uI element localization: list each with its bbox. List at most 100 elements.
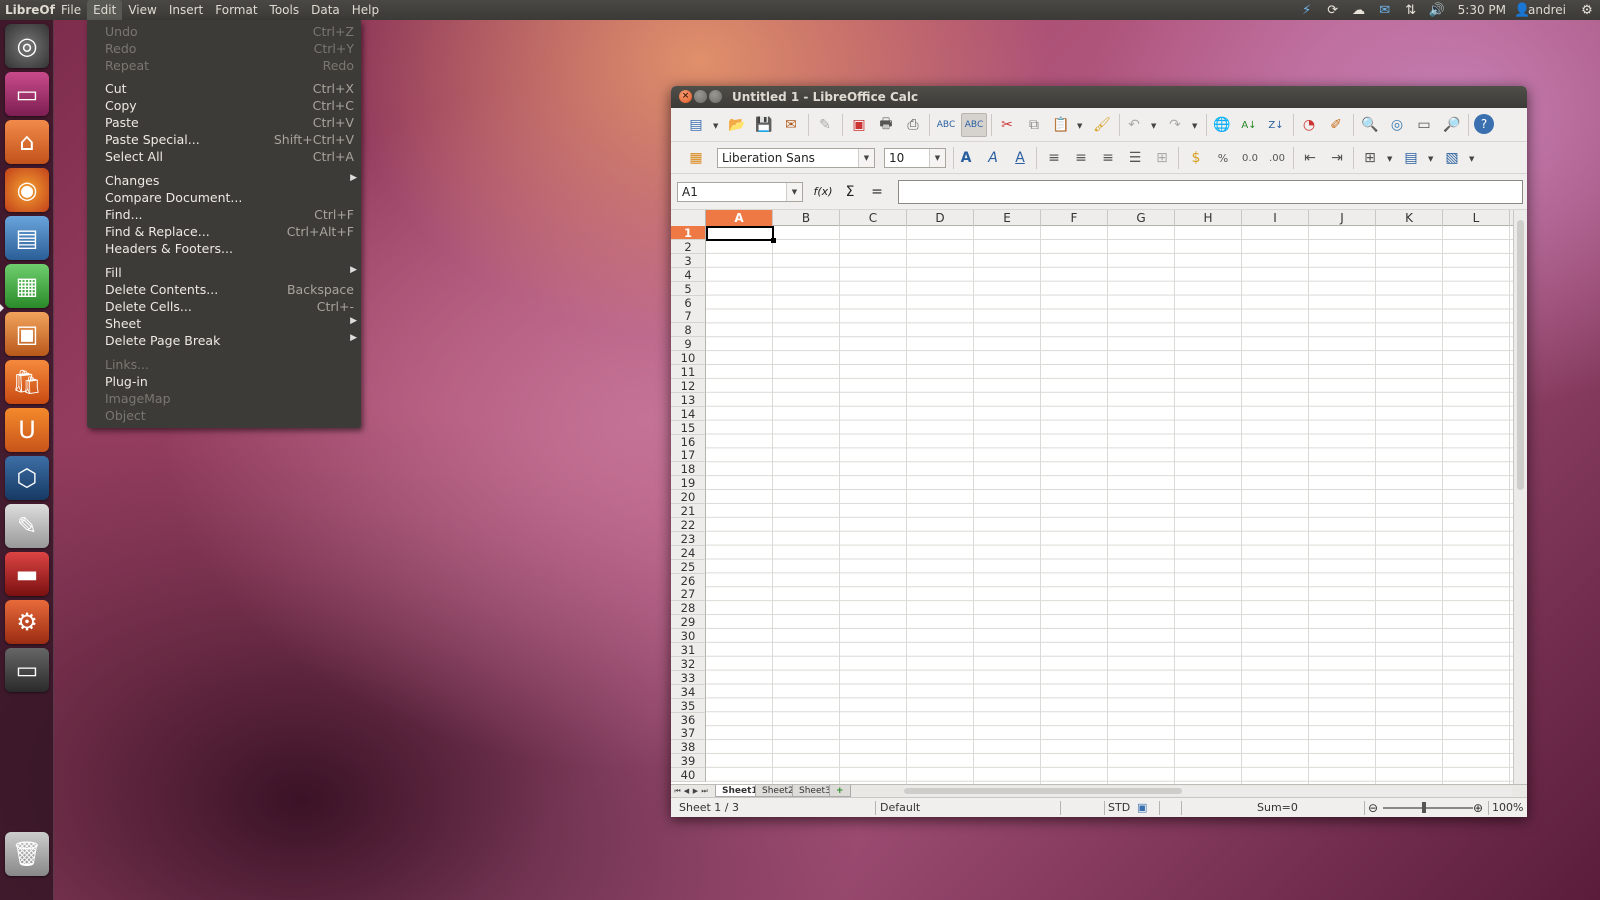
text-editor-icon[interactable]: ✎ [5, 504, 49, 548]
vertical-scroll-thumb[interactable] [1517, 220, 1524, 490]
name-box[interactable]: A1 ▼ [677, 182, 803, 202]
chevron-down-icon[interactable]: ▼ [713, 122, 718, 130]
column-header[interactable]: L [1443, 210, 1510, 226]
active-cell-cursor[interactable] [706, 226, 774, 241]
sum-indicator[interactable]: Sum=0 [1257, 798, 1298, 817]
row-header[interactable]: 11 [671, 365, 706, 379]
row-header[interactable]: 21 [671, 504, 706, 518]
align-center-icon[interactable]: ≡ [1070, 147, 1092, 169]
menu-item-delete-page-break[interactable]: Delete Page Break ▶ [87, 332, 361, 349]
row-header[interactable]: 16 [671, 434, 706, 449]
formula-input[interactable] [898, 180, 1523, 204]
menu-item-delete-contents[interactable]: Delete Contents... Backspace [87, 281, 361, 298]
software-center-icon[interactable]: 🛍 [5, 360, 49, 404]
row-header[interactable]: 28 [671, 601, 706, 616]
horizontal-scrollbar[interactable] [904, 786, 1512, 796]
column-header[interactable]: B [773, 210, 840, 226]
power-icon[interactable]: ⚡ [1294, 3, 1320, 18]
menu-format[interactable]: Format [209, 0, 263, 20]
row-header[interactable]: 20 [671, 490, 706, 505]
percent-format-icon[interactable]: % [1212, 147, 1234, 169]
new-document-icon[interactable]: ▤ [685, 114, 707, 136]
row-header[interactable]: 13 [671, 392, 706, 407]
row-header[interactable]: 37 [671, 726, 706, 741]
zoom-slider[interactable] [1383, 807, 1473, 809]
title-bar[interactable]: × Untitled 1 - LibreOffice Calc [671, 86, 1527, 108]
row-header[interactable]: 8 [671, 323, 706, 338]
firefox-icon[interactable]: ◉ [5, 168, 49, 212]
column-header[interactable]: F [1041, 210, 1108, 226]
menu-item-fill[interactable]: Fill ▶ [87, 264, 361, 281]
menu-tools[interactable]: Tools [264, 0, 306, 20]
select-all-corner[interactable] [671, 210, 706, 226]
row-header[interactable]: 22 [671, 517, 706, 532]
sum-button[interactable]: Σ [839, 182, 861, 202]
row-header[interactable]: 40 [671, 768, 706, 783]
last-sheet-icon[interactable]: ⏭ [700, 785, 709, 797]
row-header[interactable]: 2 [671, 239, 706, 254]
minimize-icon[interactable] [694, 90, 707, 103]
row-header[interactable]: 35 [671, 698, 706, 713]
menu-edit[interactable]: Edit [87, 0, 123, 20]
function-wizard-button[interactable]: f(x) [812, 182, 834, 202]
zoom-in-icon[interactable]: ⊕ [1473, 798, 1483, 817]
row-header[interactable]: 36 [671, 712, 706, 727]
edit-file-icon[interactable]: ✎ [814, 114, 836, 136]
row-header[interactable]: 33 [671, 670, 706, 685]
hyperlink-icon[interactable]: 🌐 [1211, 114, 1233, 136]
justify-icon[interactable]: ☰ [1124, 147, 1146, 169]
menu-item-copy[interactable]: Copy Ctrl+C [87, 97, 361, 114]
page-style[interactable]: Default [880, 798, 920, 817]
paste-icon[interactable]: 📋 [1050, 114, 1072, 136]
row-header[interactable]: 39 [671, 754, 706, 769]
row-header[interactable]: 12 [671, 378, 706, 393]
sort-descending-icon[interactable]: Z↓ [1265, 114, 1287, 136]
clock[interactable]: 5:30 PM [1450, 3, 1514, 17]
align-left-icon[interactable]: ≡ [1043, 147, 1065, 169]
column-header[interactable]: J [1309, 210, 1376, 226]
row-header[interactable]: 6 [671, 295, 706, 310]
chevron-down-icon[interactable]: ▼ [858, 149, 874, 167]
zoom-level[interactable]: 100% [1492, 798, 1523, 817]
help-icon[interactable]: ? [1474, 114, 1494, 134]
close-icon[interactable]: × [679, 90, 692, 103]
column-header[interactable]: H [1175, 210, 1242, 226]
column-header[interactable]: E [974, 210, 1041, 226]
row-header[interactable]: 27 [671, 587, 706, 602]
standard-format-icon[interactable]: 0.0 [1239, 147, 1261, 169]
first-sheet-icon[interactable]: ⏮ [673, 785, 682, 797]
fill-handle[interactable] [771, 238, 776, 243]
menu-item-plug-in[interactable]: Plug-in [87, 373, 361, 390]
zoom-slider-knob[interactable] [1422, 802, 1426, 813]
chevron-down-icon[interactable]: ▼ [1387, 155, 1392, 163]
menu-item-find-replace[interactable]: Find & Replace... Ctrl+Alt+F [87, 223, 361, 240]
zoom-out-icon[interactable]: ⊖ [1368, 798, 1378, 817]
chevron-down-icon[interactable]: ▼ [929, 149, 945, 167]
menu-item-headers-footers[interactable]: Headers & Footers... [87, 240, 361, 257]
menu-item-compare-document[interactable]: Compare Document... [87, 189, 361, 206]
row-header[interactable]: 1 [671, 226, 706, 240]
sort-ascending-icon[interactable]: A↓ [1238, 114, 1260, 136]
chevron-down-icon[interactable]: ▼ [1192, 122, 1197, 130]
user-icon[interactable]: 👤 [1514, 3, 1530, 18]
email-document-icon[interactable]: ✉ [780, 114, 802, 136]
virtualbox-icon[interactable]: ⬡ [5, 456, 49, 500]
redo-icon[interactable]: ↷ [1164, 114, 1186, 136]
vertical-scrollbar[interactable] [1513, 210, 1527, 784]
volume-icon[interactable]: 🔊 [1424, 3, 1450, 18]
background-color-icon[interactable]: ▤ [1400, 147, 1422, 169]
zoom-icon[interactable]: 🔎 [1441, 114, 1463, 136]
spellcheck-icon[interactable]: ABC [935, 114, 957, 136]
clone-formatting-icon[interactable]: 🖌 [1091, 114, 1113, 136]
home-folder-icon[interactable]: ⌂ [5, 120, 49, 164]
chevron-down-icon[interactable]: ▼ [1077, 122, 1082, 130]
increase-indent-icon[interactable]: ⇥ [1326, 147, 1348, 169]
chevron-down-icon[interactable]: ▼ [1469, 155, 1474, 163]
row-header[interactable]: 30 [671, 629, 706, 644]
add-sheet-icon[interactable]: + [829, 785, 851, 797]
row-header[interactable]: 34 [671, 684, 706, 699]
italic-icon[interactable]: A [982, 147, 1004, 169]
column-header[interactable]: D [907, 210, 974, 226]
libreoffice-writer-icon[interactable]: ▤ [5, 216, 49, 260]
menu-item-sheet[interactable]: Sheet ▶ [87, 315, 361, 332]
